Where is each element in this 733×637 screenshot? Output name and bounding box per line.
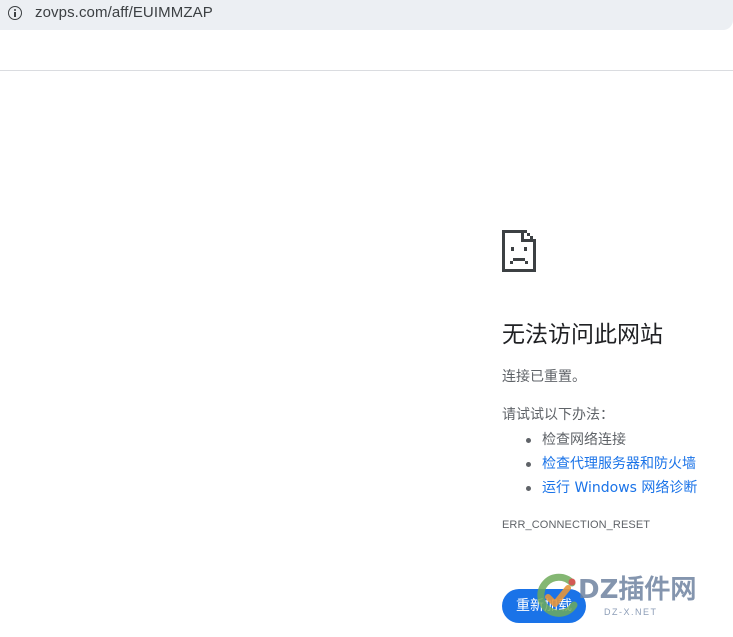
reload-button[interactable]: 重新加载: [502, 589, 586, 623]
suggestion-label[interactable]: 运行 Windows 网络诊断: [542, 480, 697, 496]
suggestions-heading: 请试试以下办法：: [502, 407, 614, 423]
suggestion-network-diagnostics-link[interactable]: 运行 Windows 网络诊断: [502, 476, 697, 500]
suggestion-check-proxy-link[interactable]: 检查代理服务器和防火墙: [502, 452, 697, 476]
error-code: ERR_CONNECTION_RESET: [502, 519, 651, 531]
bullet-icon: [526, 438, 531, 443]
watermark-text: DZ插件网: [578, 575, 697, 605]
url-text[interactable]: zovps.com/aff/EUIMMZAP: [35, 4, 213, 22]
sad-page-icon: [502, 230, 536, 272]
suggestion-label: 检查网络连接: [542, 432, 626, 448]
address-bar[interactable]: zovps.com/aff/EUIMMZAP: [0, 0, 733, 30]
error-subtitle: 连接已重置。: [502, 369, 586, 385]
bullet-icon: [526, 462, 531, 467]
info-icon[interactable]: [8, 6, 22, 20]
suggestion-label[interactable]: 检查代理服务器和防火墙: [542, 456, 696, 472]
browser-window: zovps.com/aff/EUIMMZAP 无法访问此网站 连接已重置。 请试…: [0, 0, 733, 637]
watermark-subtext: DZ-X.NET: [604, 607, 658, 617]
bullet-icon: [526, 486, 531, 491]
suggestions-list: 检查网络连接 检查代理服务器和防火墙 运行 Windows 网络诊断: [502, 428, 697, 500]
error-title: 无法访问此网站: [502, 322, 663, 348]
suggestion-check-network: 检查网络连接: [502, 428, 697, 452]
toolbar-divider: [0, 70, 733, 71]
